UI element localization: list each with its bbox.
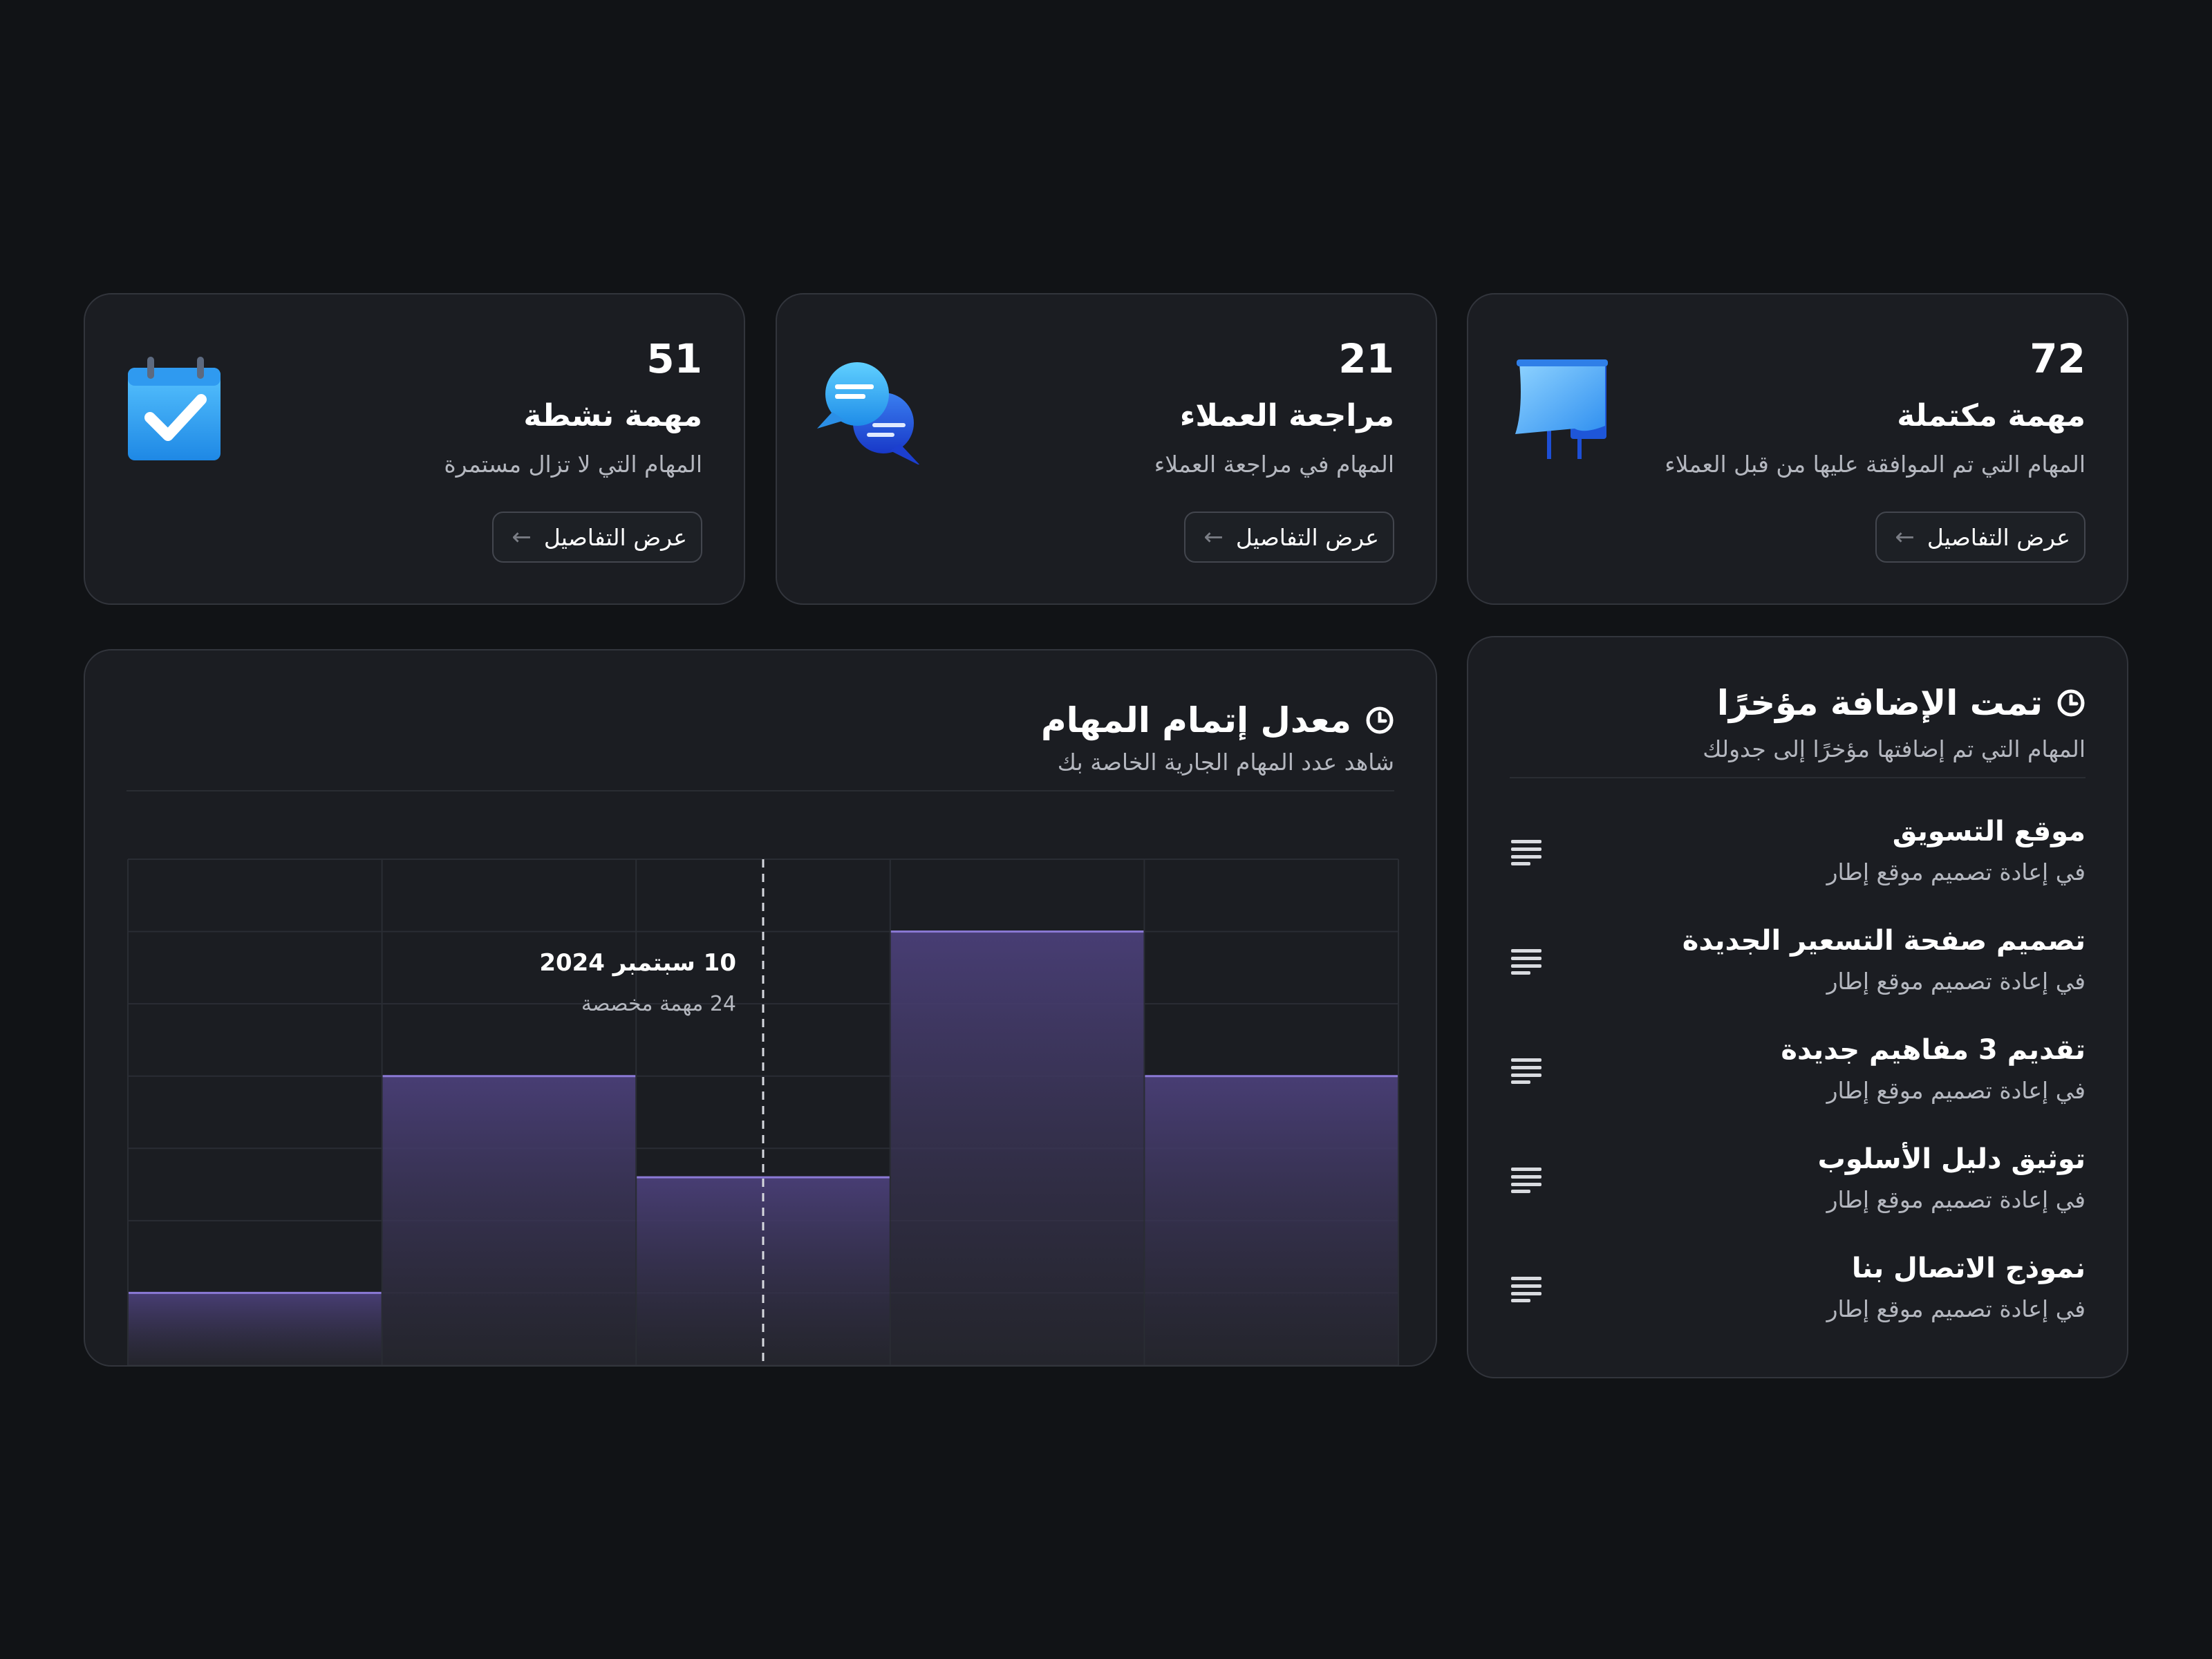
recent-list: موقع التسويق في إعادة تصميم موقع إطار تص…: [1510, 816, 2086, 1362]
stat-value: 21: [1338, 335, 1394, 382]
recent-item[interactable]: موقع التسويق في إعادة تصميم موقع إطار: [1510, 816, 2086, 925]
presentation-board-icon: [1515, 359, 1608, 459]
clock-icon: [1366, 706, 1394, 734]
chart-title-text: معدل إتمام المهام: [1041, 700, 1351, 740]
recent-item-title: نموذج الاتصال بنا: [1851, 1253, 2086, 1284]
view-details-label: عرض التفاصيل: [543, 523, 687, 551]
recent-subtitle: المهام التي تم إضافتها مؤخرًا إلى جدولك: [1703, 735, 2086, 762]
chart-bar[interactable]: [129, 1293, 382, 1365]
tooltip-count: 24 مهمة مخصصة: [581, 992, 736, 1016]
view-details-button[interactable]: عرض التفاصيل ←: [1184, 512, 1394, 563]
recent-item-title: توثيق دليل الأسلوب: [1817, 1143, 2086, 1175]
view-details-button[interactable]: عرض التفاصيل ←: [492, 512, 702, 563]
stat-title: مهمة مكتملة: [1897, 398, 2086, 433]
stat-description: المهام التي تم الموافقة عليها من قبل الع…: [1665, 451, 2086, 478]
arrow-left-icon: ←: [1895, 523, 1915, 551]
stat-description: المهام التي لا تزال مستمرة: [444, 451, 702, 478]
recent-item-title: تصميم صفحة التسعير الجديدة: [1682, 925, 2086, 957]
recent-item[interactable]: تقديم 3 مفاهيم جديدة في إعادة تصميم موقع…: [1510, 1034, 2086, 1143]
calendar-check-icon: [128, 357, 221, 460]
text-lines-icon: [1511, 1277, 1541, 1302]
recent-divider: [1510, 777, 2086, 778]
stat-value: 51: [646, 335, 702, 382]
recent-item[interactable]: توثيق دليل الأسلوب في إعادة تصميم موقع إ…: [1510, 1143, 2086, 1253]
stat-card-completed: 72 مهمة مكتملة المهام التي تم الموافقة ع…: [1467, 293, 2128, 605]
text-lines-icon: [1511, 1168, 1541, 1193]
stat-card-active: 51 مهمة نشطة المهام التي لا تزال مستمرة …: [84, 293, 745, 605]
chart-title: معدل إتمام المهام: [1041, 700, 1394, 740]
recent-item[interactable]: نموذج الاتصال بنا في إعادة تصميم موقع إط…: [1510, 1253, 2086, 1362]
stat-card-review: 21 مراجعة العملاء المهام في مراجعة العمل…: [776, 293, 1437, 605]
stat-description: المهام في مراجعة العملاء: [1154, 451, 1394, 478]
recent-item-subtitle: في إعادة تصميم موقع إطار: [1826, 1295, 2086, 1322]
recently-added-card: تمت الإضافة مؤخرًا المهام التي تم إضافته…: [1467, 636, 2128, 1378]
text-lines-icon: [1511, 840, 1541, 865]
view-details-label: عرض التفاصيل: [1235, 523, 1379, 551]
stat-title: مراجعة العملاء: [1179, 398, 1394, 433]
view-details-button[interactable]: عرض التفاصيل ←: [1875, 512, 2086, 563]
chart-subtitle: شاهد عدد المهام الجارية الخاصة بك: [1057, 749, 1394, 776]
recent-title: تمت الإضافة مؤخرًا: [1717, 683, 2086, 723]
recent-item-subtitle: في إعادة تصميم موقع إطار: [1826, 859, 2086, 885]
chart-tooltip: 10 سبتمبر 2024 24 مهمة مخصصة: [539, 949, 736, 1016]
arrow-left-icon: ←: [512, 523, 532, 551]
view-details-label: عرض التفاصيل: [1927, 523, 2070, 551]
recent-item-subtitle: في إعادة تصميم موقع إطار: [1826, 1186, 2086, 1213]
chart-bar[interactable]: [382, 1076, 636, 1365]
recent-item-subtitle: في إعادة تصميم موقع إطار: [1826, 968, 2086, 995]
chart-divider: [126, 790, 1394, 791]
arrow-left-icon: ←: [1203, 523, 1224, 551]
chart-bar[interactable]: [890, 931, 1144, 1365]
stat-value: 72: [2030, 335, 2086, 382]
text-lines-icon: [1511, 1058, 1541, 1084]
recent-item-title: موقع التسويق: [1892, 816, 2086, 847]
clock-icon: [2057, 689, 2085, 717]
task-completion-chart-card: معدل إتمام المهام شاهد عدد المهام الجاري…: [84, 649, 1437, 1367]
tooltip-date: 10 سبتمبر 2024: [539, 949, 736, 977]
text-lines-icon: [1511, 949, 1541, 975]
chat-bubbles-icon: [817, 362, 920, 465]
recent-item-title: تقديم 3 مفاهيم جديدة: [1781, 1034, 2086, 1066]
stat-title: مهمة نشطة: [523, 398, 702, 433]
recent-title-text: تمت الإضافة مؤخرًا: [1716, 683, 2043, 723]
recent-item-subtitle: في إعادة تصميم موقع إطار: [1826, 1077, 2086, 1104]
chart-bar[interactable]: [1145, 1076, 1398, 1365]
recent-item[interactable]: تصميم صفحة التسعير الجديدة في إعادة تصمي…: [1510, 925, 2086, 1034]
